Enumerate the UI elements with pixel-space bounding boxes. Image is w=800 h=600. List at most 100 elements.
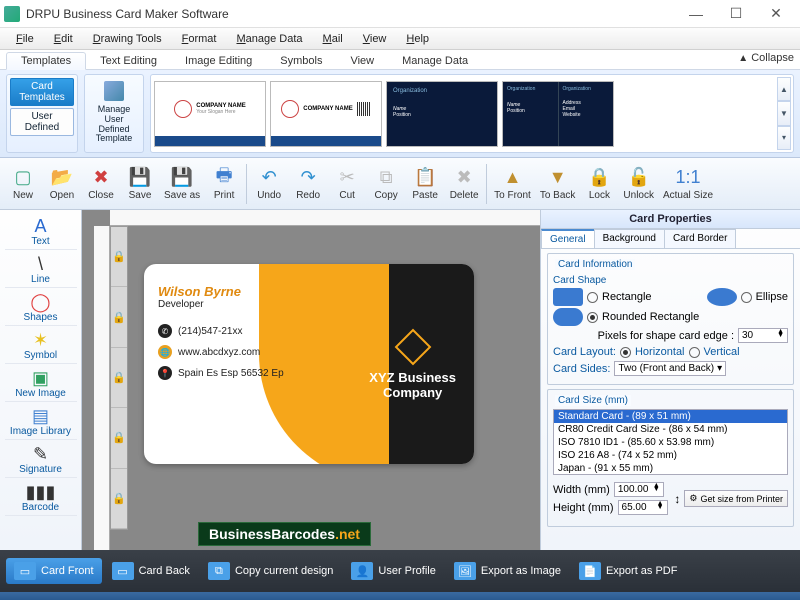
- manage-udt-button[interactable]: Manage User Defined Template: [92, 103, 137, 147]
- width-input[interactable]: 100.00▲▼: [614, 482, 664, 497]
- undo-button[interactable]: ↶Undo: [250, 161, 288, 207]
- minimize-button[interactable]: ―: [676, 2, 716, 26]
- ribtab-manage-data[interactable]: Manage Data: [388, 53, 482, 69]
- delete-button[interactable]: ✖Delete: [445, 161, 483, 207]
- lock-icon[interactable]: 🔒: [111, 408, 127, 468]
- save-button[interactable]: 💾Save: [121, 161, 159, 207]
- tool-barcode[interactable]: ▮▮▮Barcode: [5, 480, 77, 516]
- template-thumb[interactable]: COMPANY NAMEYour Slogan Here: [154, 81, 266, 147]
- vertical-radio[interactable]: [689, 347, 700, 358]
- height-input[interactable]: 65.00▲▼: [618, 500, 668, 515]
- user-defined-button[interactable]: User Defined: [10, 108, 74, 136]
- new-button[interactable]: ▢New: [4, 161, 42, 207]
- menu-format[interactable]: Format: [172, 31, 227, 47]
- size-option[interactable]: CR80 Credit Card Size - (86 x 54 mm): [554, 423, 787, 436]
- bottom-profile-button[interactable]: 👤User Profile: [343, 558, 443, 584]
- business-card-canvas[interactable]: Wilson Byrne Developer ✆(214)547-21xx 🌐w…: [144, 264, 474, 464]
- width-label: Width (mm): [553, 484, 610, 496]
- templates-group: Card Templates User Defined: [6, 74, 78, 153]
- size-listbox[interactable]: Standard Card - (89 x 51 mm)CR80 Credit …: [553, 409, 788, 475]
- saveas-button[interactable]: 💾Save as: [160, 161, 204, 207]
- menu-mail[interactable]: Mail: [313, 31, 353, 47]
- ellipse-radio[interactable]: [741, 292, 752, 303]
- tool-line[interactable]: \Line: [5, 252, 77, 288]
- card-web-row[interactable]: 🌐www.abcdxyz.com: [158, 345, 308, 359]
- ribtab-templates[interactable]: Templates: [6, 52, 86, 70]
- lock-icon[interactable]: 🔒: [111, 348, 127, 408]
- open-button[interactable]: 📂Open: [43, 161, 81, 207]
- size-option[interactable]: Standard Card - (89 x 51 mm): [554, 410, 787, 423]
- bottom-expimg-button[interactable]: 🖼Export as Image: [446, 558, 569, 584]
- card-phone-row[interactable]: ✆(214)547-21xx: [158, 324, 308, 338]
- redo-button[interactable]: ↷Redo: [289, 161, 327, 207]
- template-thumb[interactable]: COMPANY NAME: [270, 81, 382, 147]
- bottom-exppdf-button[interactable]: 📄Export as PDF: [571, 558, 686, 584]
- paste-button[interactable]: 📋Paste: [406, 161, 444, 207]
- menu-help[interactable]: Help: [396, 31, 439, 47]
- bottom-copy-button[interactable]: ⧉Copy current design: [200, 558, 341, 584]
- ribtab-symbols[interactable]: Symbols: [266, 53, 336, 69]
- ribtab-image-editing[interactable]: Image Editing: [171, 53, 266, 69]
- template-thumb[interactable]: OrganizationNamePosition OrganizationAdd…: [502, 81, 614, 147]
- menu-drawing-tools[interactable]: Drawing Tools: [83, 31, 172, 47]
- ptab-background[interactable]: Background: [594, 229, 665, 248]
- card-company[interactable]: XYZ BusinessCompany: [369, 370, 456, 400]
- copy-button[interactable]: ⧉Copy: [367, 161, 405, 207]
- lock-icon[interactable]: 🔒: [111, 227, 127, 287]
- collapse-button[interactable]: ▲ Collapse: [738, 52, 794, 64]
- template-thumb[interactable]: OrganizationNamePosition: [386, 81, 498, 147]
- tofront-button[interactable]: ▲To Front: [490, 161, 535, 207]
- print-button[interactable]: 🖶Print: [205, 161, 243, 207]
- tool-symbol[interactable]: ✶Symbol: [5, 328, 77, 364]
- lock-icon[interactable]: 🔒: [111, 287, 127, 347]
- unlock-button[interactable]: 🔓Unlock: [619, 161, 658, 207]
- ptab-general[interactable]: General: [541, 229, 595, 248]
- template-more-button[interactable]: ▾: [777, 126, 791, 150]
- lock-button[interactable]: 🔒Lock: [580, 161, 618, 207]
- ribtab-view[interactable]: View: [336, 53, 388, 69]
- canvas-area: 🔒🔒🔒🔒🔒 Wilson Byrne Developer ✆(214)547-2…: [82, 210, 540, 550]
- menu-view[interactable]: View: [353, 31, 397, 47]
- height-label: Height (mm): [553, 502, 614, 514]
- menu-file[interactable]: File: [6, 31, 44, 47]
- tool-newimage[interactable]: ▣New Image: [5, 366, 77, 402]
- size-option[interactable]: Japan - (91 x 55 mm): [554, 462, 787, 475]
- close-button[interactable]: ✕: [756, 2, 796, 26]
- template-prev-button[interactable]: ▲: [777, 77, 791, 101]
- toback-button[interactable]: ▼To Back: [536, 161, 580, 207]
- card-logo-icon[interactable]: [394, 329, 431, 366]
- actual-button[interactable]: 1:1Actual Size: [659, 161, 717, 207]
- swap-icon[interactable]: ↕: [674, 492, 680, 506]
- menubar: FileEditDrawing ToolsFormatManage DataMa…: [0, 28, 800, 50]
- saveas-icon: 💾: [171, 167, 193, 189]
- tool-signature[interactable]: ✎Signature: [5, 442, 77, 478]
- ribtab-text-editing[interactable]: Text Editing: [86, 53, 171, 69]
- card-addr-row[interactable]: 📍Spain Es Esp 56532 Ep: [158, 366, 308, 380]
- tool-text[interactable]: AText: [5, 214, 77, 250]
- actual-icon: 1:1: [677, 167, 699, 189]
- size-option[interactable]: ISO 216 A8 - (74 x 52 mm): [554, 449, 787, 462]
- sides-select[interactable]: Two (Front and Back)▾: [614, 361, 726, 376]
- menu-edit[interactable]: Edit: [44, 31, 83, 47]
- maximize-button[interactable]: ☐: [716, 2, 756, 26]
- tool-imagelib[interactable]: ▤Image Library: [5, 404, 77, 440]
- bottom-front-button[interactable]: ▭Card Front: [6, 558, 102, 584]
- lock-icon[interactable]: 🔒: [111, 469, 127, 529]
- card-role[interactable]: Developer: [158, 299, 308, 310]
- bottom-bar: ▭Card Front▭Card Back⧉Copy current desig…: [0, 550, 800, 592]
- menu-manage-data[interactable]: Manage Data: [226, 31, 312, 47]
- get-size-button[interactable]: ⚙Get size from Printer: [684, 490, 788, 507]
- close-button[interactable]: ✖Close: [82, 161, 120, 207]
- cut-button[interactable]: ✂Cut: [328, 161, 366, 207]
- rrect-radio[interactable]: [587, 312, 598, 323]
- bottom-back-button[interactable]: ▭Card Back: [104, 558, 198, 584]
- rect-radio[interactable]: [587, 292, 598, 303]
- card-name[interactable]: Wilson Byrne: [158, 284, 308, 299]
- tool-shapes[interactable]: ◯Shapes: [5, 290, 77, 326]
- size-option[interactable]: ISO 7810 ID1 - (85.60 x 53.98 mm): [554, 436, 787, 449]
- ptab-card-border[interactable]: Card Border: [664, 229, 736, 248]
- px-edge-input[interactable]: 30▲▼: [738, 328, 788, 343]
- template-next-button[interactable]: ▼: [777, 101, 791, 125]
- horizontal-radio[interactable]: [620, 347, 631, 358]
- card-templates-button[interactable]: Card Templates: [10, 78, 74, 106]
